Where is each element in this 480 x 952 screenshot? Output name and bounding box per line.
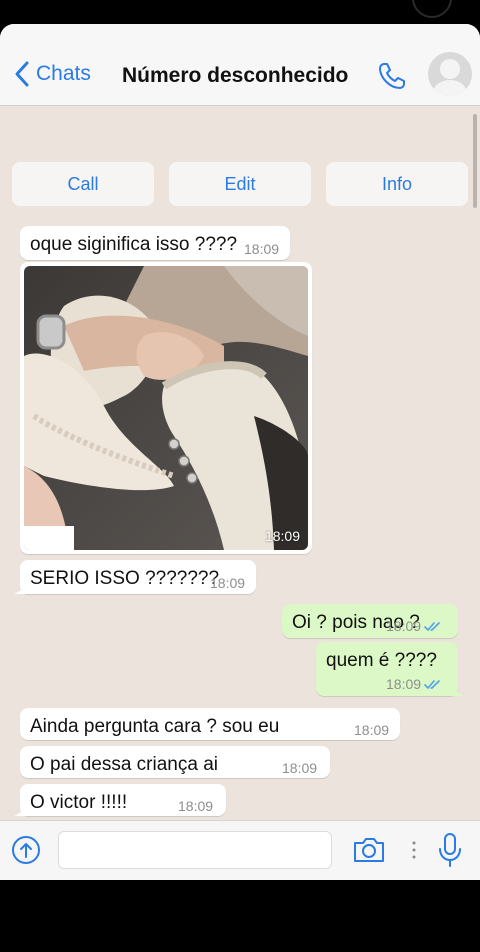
back-label: Chats	[36, 62, 91, 85]
message-incoming[interactable]: O pai dessa criança ai 18:09	[20, 746, 330, 778]
photo-image	[24, 266, 308, 550]
message-text: Ainda pergunta cara ? sou eu	[30, 716, 280, 737]
back-button[interactable]: Chats	[14, 60, 91, 88]
phone-icon[interactable]	[376, 60, 408, 92]
double-check-icon	[424, 680, 440, 690]
message-time: 18:09	[178, 798, 214, 814]
chat-header: Chats Número desconhecido	[0, 24, 480, 106]
message-text: oque siginifica isso ????	[30, 234, 238, 255]
chat-title: Número desconhecido	[122, 64, 349, 87]
contact-actions: Call Edit Info	[12, 162, 468, 206]
microphone-icon[interactable]	[436, 831, 464, 869]
more-icon[interactable]	[410, 837, 418, 863]
info-button[interactable]: Info	[326, 162, 468, 206]
message-time: 18:09	[354, 722, 390, 738]
message-time-text: 18:09	[386, 676, 422, 692]
message-time-text: 18:09	[386, 618, 422, 634]
message-time: 18:09	[244, 241, 280, 257]
upload-icon[interactable]	[10, 834, 42, 866]
status-strip	[0, 0, 480, 24]
contact-avatar[interactable]	[428, 52, 472, 96]
camera-cutout	[412, 0, 452, 18]
chat-screen: Chats Número desconhecido Call Edit Info…	[0, 24, 480, 880]
message-time: 18:09	[282, 760, 318, 776]
message-text: SERIO ISSO ???????	[30, 568, 220, 589]
chevron-left-icon	[15, 61, 29, 87]
bubble-tail	[14, 804, 26, 816]
message-text: quem é ????	[326, 650, 437, 671]
edit-button[interactable]: Edit	[169, 162, 311, 206]
message-incoming[interactable]: SERIO ISSO ??????? 18:09	[14, 560, 256, 594]
double-check-icon	[424, 622, 440, 632]
image-time: 18:09	[264, 528, 300, 544]
avatar-body-shape	[433, 80, 467, 96]
message-time: 18:09	[386, 618, 442, 634]
call-button[interactable]: Call	[12, 162, 154, 206]
scrollbar[interactable]	[473, 114, 477, 208]
message-input[interactable]	[58, 831, 332, 869]
bubble-tail	[452, 684, 464, 696]
photo[interactable]	[24, 266, 308, 550]
message-incoming[interactable]: oque siginifica isso ???? 18:09	[20, 226, 290, 260]
message-text: O pai dessa criança ai	[30, 754, 218, 775]
message-input-bar	[0, 820, 480, 880]
message-incoming[interactable]: Ainda pergunta cara ? sou eu 18:09	[20, 708, 400, 740]
message-text: O victor !!!!!	[30, 792, 128, 813]
camera-icon[interactable]	[352, 833, 386, 867]
avatar-head-shape	[440, 59, 460, 79]
bubble-tail	[14, 582, 26, 594]
message-outgoing[interactable]: quem é ???? 18:09	[316, 642, 464, 696]
message-incoming[interactable]: O victor !!!!! 18:09	[14, 784, 226, 816]
message-time: 18:09	[386, 676, 442, 692]
message-time: 18:09	[210, 575, 246, 591]
message-outgoing[interactable]: Oi ? pois nao ? 18:09	[282, 604, 458, 638]
image-message[interactable]: 18:09	[20, 262, 312, 554]
